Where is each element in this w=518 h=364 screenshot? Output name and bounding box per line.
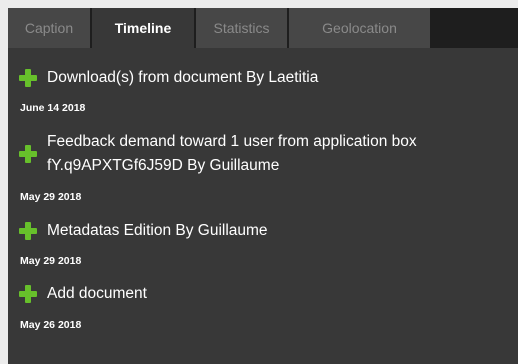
entry-title: Metadatas Edition By Guillaume — [47, 222, 268, 239]
entry-date: June 14 2018 — [20, 102, 86, 114]
entry-date: May 29 2018 — [20, 255, 82, 267]
plus-icon — [19, 285, 37, 303]
tab-caption[interactable]: Caption — [8, 8, 90, 48]
entry-date: May 26 2018 — [20, 319, 82, 331]
tab-timeline[interactable]: Timeline — [92, 8, 194, 48]
entry-title: Add document — [47, 285, 147, 302]
tab-geolocation[interactable]: Geolocation — [289, 8, 430, 48]
tab-bar: Caption Timeline Statistics Geolocation — [8, 8, 518, 48]
details-panel: Caption Timeline Statistics Geolocation … — [8, 8, 518, 364]
plus-icon — [19, 222, 37, 240]
entry-title: Download(s) from document By Laetitia — [47, 69, 319, 86]
plus-icon — [19, 69, 37, 87]
entry-date: May 29 2018 — [20, 191, 82, 203]
plus-icon — [19, 145, 37, 163]
tab-statistics[interactable]: Statistics — [196, 8, 287, 48]
entry-title: Feedback demand toward 1 user from appli… — [47, 133, 417, 174]
